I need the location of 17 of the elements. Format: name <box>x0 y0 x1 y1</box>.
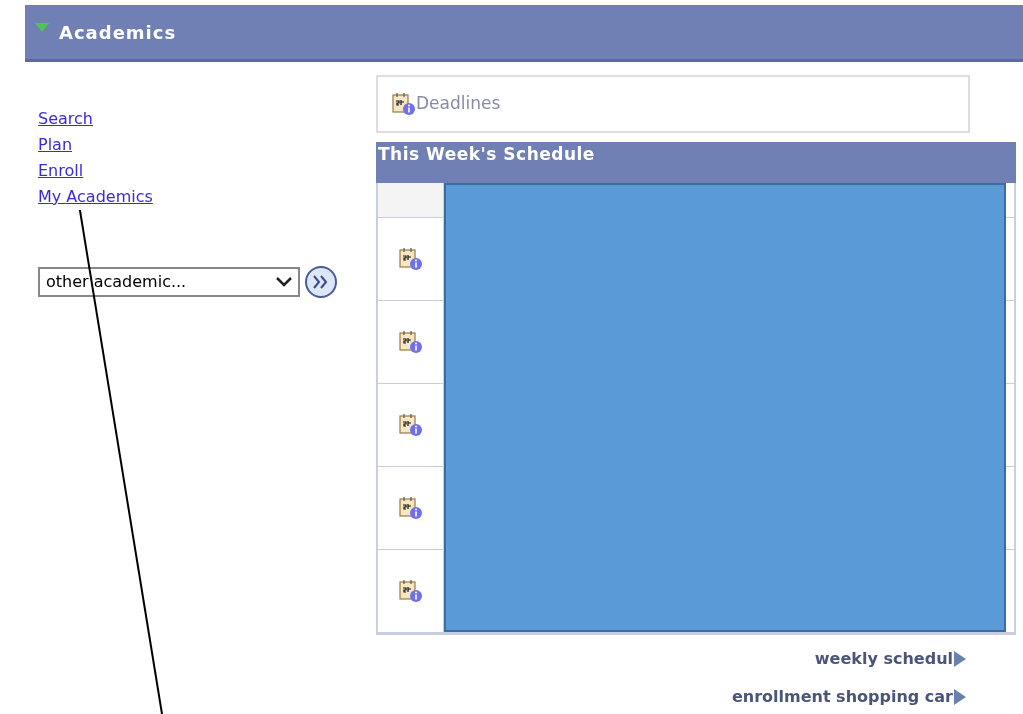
calendar-info-icon <box>398 413 423 437</box>
play-arrow-icon <box>954 689 966 705</box>
academic-dropdown[interactable]: other academic... <box>38 267 300 297</box>
calendar-info-icon <box>392 92 416 116</box>
calendar-info-icon <box>398 496 423 520</box>
calendar-info-icon <box>398 330 423 354</box>
play-arrow-icon <box>954 651 966 667</box>
section-header[interactable]: Academics <box>25 5 1023 62</box>
schedule-title: This Week's Schedule <box>378 144 595 164</box>
section-title: Academics <box>59 20 177 45</box>
go-button[interactable] <box>304 265 338 299</box>
calendar-info-icon <box>398 247 423 271</box>
footer-link[interactable]: enrollment shopping car <box>731 685 966 709</box>
chevron-down-icon <box>276 277 292 287</box>
calendar-info-icon <box>398 579 423 603</box>
nav-link[interactable]: My Academics <box>38 184 153 210</box>
footer-link[interactable]: weekly schedul <box>814 647 966 671</box>
